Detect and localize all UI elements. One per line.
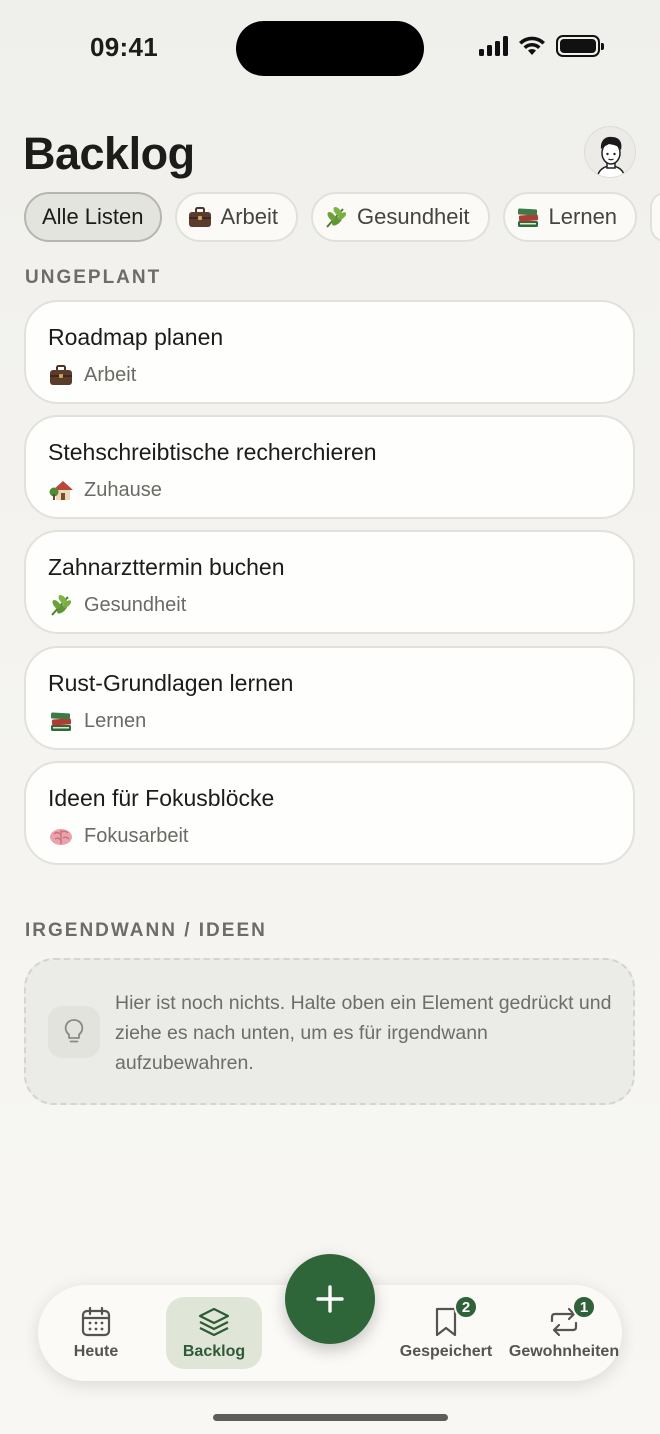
task-title: Roadmap planen [48,324,224,350]
layers-icon [198,1307,230,1336]
tab-gespeichert[interactable]: Gespeichert 2 [396,1295,496,1369]
task-list-label: Fokusarbeit [84,824,189,847]
task-list-label: Arbeit [84,363,137,386]
briefcase-icon [48,362,74,388]
cellular-signal-icon [479,36,508,56]
house-icon [48,477,74,503]
avatar-illustration-icon [596,136,626,177]
task-card[interactable]: Stehschreibtische recherchieren Zuhause [24,415,635,519]
status-time: 09:41 [90,32,158,62]
books-icon [48,708,74,734]
tab-label: Gewohnheiten [508,1342,620,1360]
saved-count-badge: 2 [454,1295,478,1319]
status-icons [479,35,604,57]
task-list: Zuhause [48,477,162,503]
task-list-label: Gesundheit [84,593,187,616]
add-task-button[interactable] [285,1254,375,1344]
section-heading-irgendwann: IRGENDWANN / IDEEN [25,920,267,941]
tab-heute[interactable]: Heute [58,1297,134,1369]
list-filter-chips: Alle Listen Arbeit Gesundheit Lernen [24,192,660,242]
plus-icon [316,1285,344,1313]
page-title: Backlog [23,128,195,179]
tab-label: Gespeichert [399,1342,493,1360]
chip-lernen[interactable]: Lernen [502,192,638,242]
task-card[interactable]: Roadmap planen Arbeit [24,300,635,404]
books-icon [515,204,541,230]
battery-icon [556,35,604,57]
habits-count-badge: 1 [572,1295,596,1319]
task-list: Arbeit [48,362,136,388]
task-card[interactable]: Rust-Grundlagen lernen Lernen [24,646,635,750]
briefcase-icon [187,204,213,230]
profile-avatar[interactable] [584,126,636,178]
someday-dropzone[interactable]: Hier ist noch nichts. Halte oben ein Ele… [24,958,635,1105]
chip-label: Gesundheit [357,204,470,229]
chip-alle-listen[interactable]: Alle Listen [24,192,162,242]
wifi-icon [519,36,545,55]
tab-gewohnheiten[interactable]: Gewohnheiten 1 [508,1295,620,1369]
task-list-label: Zuhause [84,478,162,501]
section-heading-ungeplant: UNGEPLANT [25,267,162,288]
chip-label: Lernen [548,204,618,229]
brain-icon [48,823,74,849]
calendar-icon [81,1306,111,1336]
leaf-icon [323,204,349,230]
task-list: Lernen [48,708,146,734]
leaf-icon [48,592,74,618]
chip-label: Alle Listen [42,204,144,229]
task-title: Rust-Grundlagen lernen [48,670,294,696]
empty-state-text: Hier ist noch nichts. Halte oben ein Ele… [115,992,612,1074]
task-card[interactable]: Zahnarzttermin buchen Gesundheit [24,530,635,634]
lightbulb-icon [48,1006,100,1058]
task-card[interactable]: Ideen für Fokusblöcke Fokusarbeit [24,761,635,865]
task-list-label: Lernen [84,709,147,732]
task-list: Gesundheit [48,592,186,618]
chip-label: Arbeit [220,204,278,229]
dynamic-island [236,21,424,76]
task-title: Stehschreibtische recherchieren [48,439,377,465]
task-title: Ideen für Fokusblöcke [48,785,275,811]
tab-label: Heute [73,1342,119,1360]
chip-more[interactable] [650,192,660,242]
chip-gesundheit[interactable]: Gesundheit [311,192,490,242]
task-title: Zahnarzttermin buchen [48,554,285,580]
tab-label: Backlog [182,1342,246,1360]
chip-arbeit[interactable]: Arbeit [174,192,298,242]
task-list: Fokusarbeit [48,823,189,849]
home-indicator[interactable] [213,1414,448,1421]
tab-backlog[interactable]: Backlog [166,1297,262,1369]
